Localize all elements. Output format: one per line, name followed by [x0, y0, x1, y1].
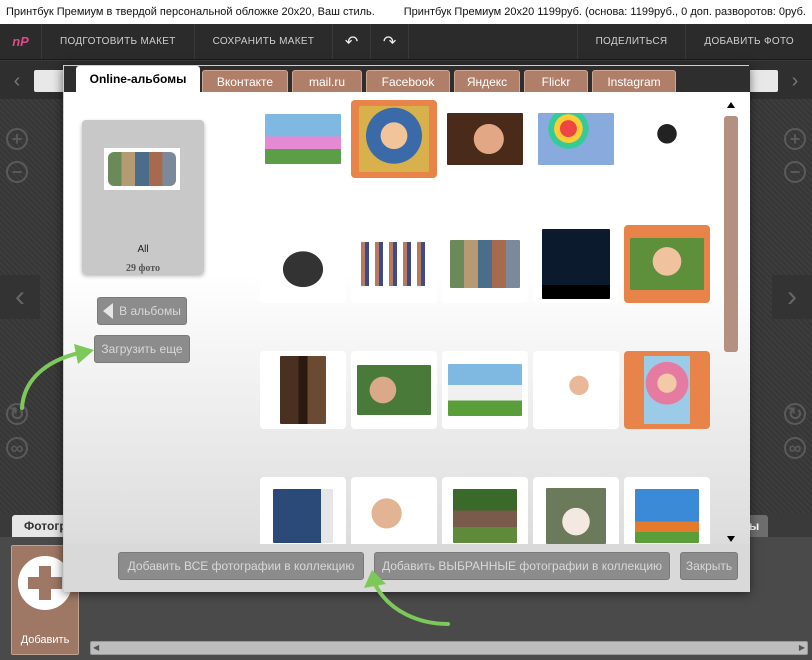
- scroll-left-icon[interactable]: ◀: [93, 642, 99, 654]
- zoom-in-icon[interactable]: +: [6, 128, 28, 150]
- photo-tile[interactable]: [351, 351, 437, 429]
- photo-tile[interactable]: [260, 351, 346, 429]
- save-layout-button[interactable]: СОХРАНИТЬ МАКЕТ: [195, 24, 334, 59]
- share-button[interactable]: ПОДЕЛИТЬСЯ: [576, 24, 686, 59]
- wall-man-photo: [280, 356, 326, 424]
- photo-tile[interactable]: [351, 225, 437, 303]
- scroll-up-icon[interactable]: [727, 102, 735, 108]
- photo-tile[interactable]: [624, 100, 710, 178]
- photo-tile[interactable]: [351, 100, 437, 178]
- prev-page-arrow-icon[interactable]: ‹: [0, 275, 40, 319]
- toolbar: nP ПОДГОТОВИТЬ МАКЕТ СОХРАНИТЬ МАКЕТ ↶ ↷…: [0, 24, 812, 60]
- photo-tile[interactable]: [533, 477, 619, 544]
- price-summary: Принтбук Премиум 20x20 1199руб. (основа:…: [403, 6, 806, 18]
- photo-grid: [64, 92, 750, 544]
- photo-tile[interactable]: [260, 477, 346, 544]
- woman-shh-photo: [447, 113, 523, 165]
- tab-flickr[interactable]: Flickr: [524, 70, 588, 92]
- rotate-right-icon[interactable]: ↻: [784, 403, 806, 425]
- photo-tile[interactable]: [442, 351, 528, 429]
- product-title: Принтбук Премиум в твердой персональной …: [6, 6, 375, 18]
- tab-vkontakte[interactable]: Вконтакте: [202, 70, 288, 92]
- photo-tile[interactable]: [442, 100, 528, 178]
- photo-tile[interactable]: [624, 225, 710, 303]
- zoom-out-icon[interactable]: −: [6, 161, 28, 183]
- flowers-photo: [265, 114, 341, 164]
- add-label: Добавить: [20, 634, 70, 646]
- bunny-girl-photo: [644, 356, 690, 424]
- night-sky-photo: [542, 229, 610, 299]
- next-page-arrow-icon[interactable]: ›: [772, 275, 812, 319]
- photo-tile[interactable]: [533, 100, 619, 178]
- dialog-body: All 29 фото В альбомы Загрузить еще: [64, 92, 750, 544]
- wedding-photo: [546, 488, 606, 544]
- photo-import-dialog: Online-альбомы Вконтакте mail.ru Faceboo…: [63, 65, 750, 592]
- hint-arrow-load-more-icon: [20, 344, 94, 410]
- scroll-down-icon[interactable]: [727, 536, 735, 542]
- photo-tile[interactable]: [533, 225, 619, 303]
- tab-online-albums[interactable]: Online-альбомы: [76, 66, 200, 92]
- boy-photo: [359, 106, 429, 172]
- redo-icon[interactable]: ↷: [371, 24, 410, 59]
- seniors-photo: [357, 365, 431, 415]
- photo-tile[interactable]: [442, 477, 528, 544]
- tab-instagram[interactable]: Instagram: [592, 70, 676, 92]
- couple-photo: [453, 489, 517, 543]
- zoom-in-right-icon[interactable]: +: [784, 128, 806, 150]
- vertical-scrollbar[interactable]: [722, 100, 742, 544]
- scroll-thumb[interactable]: [724, 116, 738, 352]
- tab-mailru[interactable]: mail.ru: [292, 70, 362, 92]
- photo-tile[interactable]: [260, 225, 346, 303]
- hint-arrow-add-all-icon: [364, 570, 450, 626]
- source-tabs: Online-альбомы Вконтакте mail.ru Faceboo…: [64, 66, 750, 92]
- photo-tile[interactable]: [533, 351, 619, 429]
- group-photo: [268, 238, 338, 290]
- tab-yandex[interactable]: Яндекс: [454, 70, 520, 92]
- photo-tile[interactable]: [624, 351, 710, 429]
- strip-right-arrow-icon[interactable]: ›: [784, 69, 806, 93]
- undo-icon[interactable]: ↶: [333, 24, 372, 59]
- swap-right-icon[interactable]: ∞: [784, 437, 806, 459]
- photo-tile[interactable]: [442, 225, 528, 303]
- add-all-photos-button[interactable]: Добавить ВСЕ фотографии в коллекцию: [118, 552, 364, 580]
- close-button[interactable]: Закрыть: [680, 552, 738, 580]
- photo-tile[interactable]: [624, 477, 710, 544]
- info-bar: Принтбук Премиум в твердой персональной …: [0, 0, 812, 24]
- woman-card-photo: [546, 367, 606, 413]
- balloons-photo: [538, 113, 614, 165]
- grandparents-photo: [357, 490, 431, 542]
- kids-jump-photo: [635, 489, 699, 543]
- photobook-photo: [273, 489, 333, 543]
- zoom-out-right-icon[interactable]: −: [784, 161, 806, 183]
- swap-icon[interactable]: ∞: [6, 437, 28, 459]
- strip-left-arrow-icon[interactable]: ‹: [6, 69, 28, 93]
- man-smiling-photo: [630, 238, 704, 290]
- photo-tile[interactable]: [260, 100, 346, 178]
- tab-facebook[interactable]: Facebook: [366, 70, 450, 92]
- businessman-photo: [637, 113, 697, 165]
- photo-tile[interactable]: [351, 477, 437, 544]
- collage-photo: [450, 240, 520, 288]
- logo[interactable]: nP: [0, 24, 42, 59]
- scroll-right-icon[interactable]: ▶: [799, 642, 805, 654]
- add-photo-button[interactable]: ДОБАВИТЬ ФОТО: [685, 24, 812, 59]
- horizontal-scrollbar[interactable]: ◀ ▶: [90, 641, 808, 655]
- people-line-photo: [357, 242, 431, 286]
- family-photo: [448, 364, 522, 416]
- prepare-layout-button[interactable]: ПОДГОТОВИТЬ МАКЕТ: [42, 24, 195, 59]
